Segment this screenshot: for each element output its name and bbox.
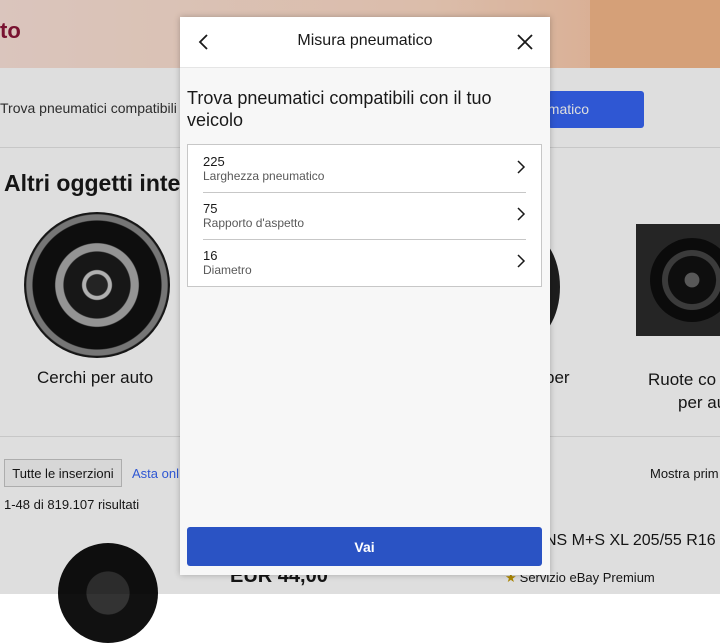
dialog-title: Misura pneumatico: [297, 32, 433, 49]
close-button[interactable]: [510, 27, 540, 57]
size-label: Larghezza pneumatico: [203, 169, 325, 183]
submit-button[interactable]: Vai: [187, 527, 542, 566]
chevron-right-icon: [517, 254, 526, 268]
size-value: 225: [203, 154, 225, 169]
size-item-diameter[interactable]: 16 Diametro: [188, 239, 541, 286]
dialog-heading: Trova pneumatici compatibili con il tuo …: [187, 88, 492, 130]
size-label: Diametro: [203, 263, 252, 277]
close-icon: [517, 34, 533, 50]
tire-size-dialog: Misura pneumatico Trova pneumatici compa…: [180, 17, 550, 575]
chevron-right-icon: [517, 207, 526, 221]
size-item-width[interactable]: 225 Larghezza pneumatico: [188, 145, 541, 192]
size-label: Rapporto d'aspetto: [203, 216, 305, 230]
chevron-right-icon: [517, 160, 526, 174]
size-item-aspect-ratio[interactable]: 75 Rapporto d'aspetto: [188, 192, 541, 239]
chevron-left-icon: [198, 34, 208, 50]
dialog-header: Misura pneumatico: [180, 17, 550, 68]
size-value: 16: [203, 248, 218, 263]
size-value: 75: [203, 201, 218, 216]
back-button[interactable]: [189, 27, 219, 57]
tire-size-list: 225 Larghezza pneumatico 75 Rapporto d'a…: [187, 144, 542, 287]
